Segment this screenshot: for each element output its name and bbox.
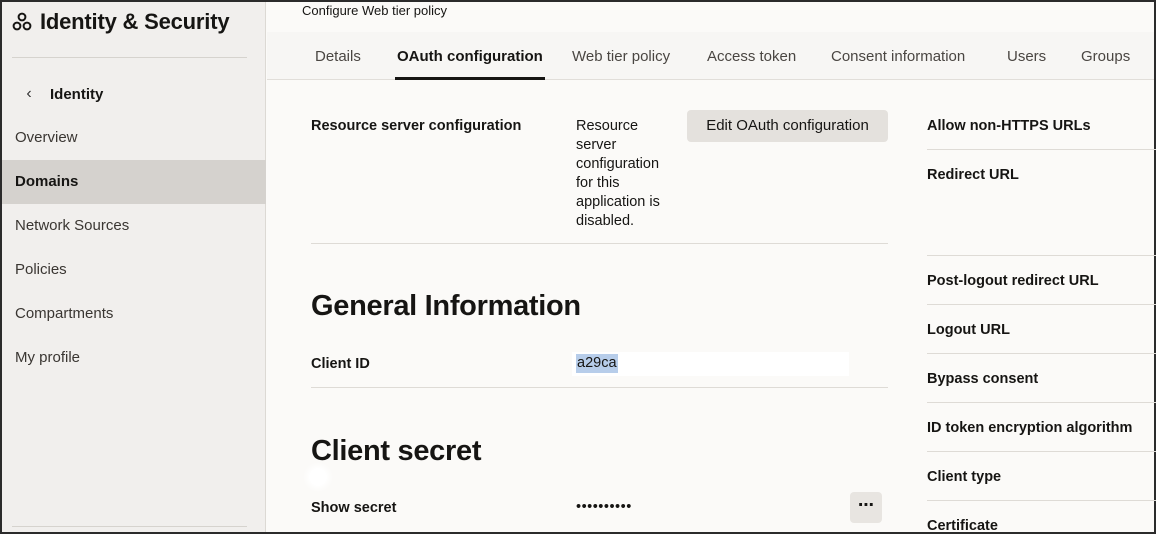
sidebar-item-network-sources[interactable]: Network Sources: [2, 204, 266, 248]
tab-oauth-configuration[interactable]: OAuth configuration: [395, 32, 545, 80]
redirect-url-label: Redirect URL: [927, 167, 1019, 183]
divider: [927, 353, 1156, 354]
divider: [927, 500, 1156, 501]
divider: [927, 304, 1156, 305]
bypass-consent-label: Bypass consent: [927, 371, 1039, 387]
certificate-label: Certificate: [927, 518, 998, 534]
mouse-cursor-highlight: [309, 468, 327, 486]
logout-url-label: Logout URL: [927, 322, 1010, 338]
chevron-left-icon: ‹: [26, 85, 32, 102]
divider: [311, 243, 888, 244]
client-secret-heading: Client secret: [311, 435, 482, 467]
sidebar-item-compartments[interactable]: Compartments: [2, 292, 266, 336]
sidebar-item-policies[interactable]: Policies: [2, 248, 266, 292]
tab-groups[interactable]: Groups: [1081, 32, 1130, 80]
value-line: server: [576, 137, 617, 153]
show-secret-label: Show secret: [311, 500, 397, 516]
tab-details[interactable]: Details: [315, 32, 361, 80]
tab-web-tier-policy[interactable]: Web tier policy: [572, 32, 670, 80]
brand: Identity & Security: [12, 6, 230, 38]
general-information-heading: General Information: [311, 290, 581, 322]
divider: [927, 402, 1156, 403]
client-type-label: Client type: [927, 469, 1002, 485]
sidebar-item-my-profile[interactable]: My profile: [2, 336, 266, 380]
value-line: for this: [576, 175, 620, 191]
sidebar-item-domains[interactable]: Domains: [2, 160, 266, 204]
allow-non-https-urls-label: Allow non-HTTPS URLs: [927, 118, 1091, 134]
value-line: configuration: [576, 156, 660, 172]
divider: [311, 387, 888, 388]
client-id-value[interactable]: a29ca: [576, 354, 618, 373]
more-actions-button[interactable]: ⋯: [850, 492, 882, 523]
divider: [927, 149, 1156, 150]
oracle-cluster-icon: [12, 12, 32, 31]
id-token-encryption-algorithm-label: ID token encryption algorithm: [927, 420, 1133, 436]
resource-server-value: Resource server configuration for this a…: [576, 117, 660, 231]
divider: [927, 255, 1156, 256]
sidebar-nav: Overview Domains Network Sources Policie…: [2, 116, 266, 380]
masked-secret-value: ••••••••••: [576, 499, 632, 515]
edit-oauth-configuration-button[interactable]: Edit OAuth configuration: [687, 110, 888, 142]
page-subtitle: Configure Web tier policy: [302, 3, 447, 18]
divider: [927, 451, 1156, 452]
main-content: Configure Web tier policy Details OAuth …: [267, 2, 1156, 534]
tab-bar: Details OAuth configuration Web tier pol…: [267, 32, 1154, 80]
divider: [12, 526, 247, 527]
value-line: disabled.: [576, 213, 635, 229]
client-id-label: Client ID: [311, 356, 370, 372]
brand-title: Identity & Security: [40, 9, 230, 34]
post-logout-redirect-url-label: Post-logout redirect URL: [927, 273, 1099, 289]
tab-users[interactable]: Users: [1007, 32, 1046, 80]
resource-server-label: Resource server configuration: [311, 118, 522, 134]
divider: [12, 57, 247, 58]
back-label: Identity: [50, 85, 104, 103]
sidebar-item-overview[interactable]: Overview: [2, 116, 266, 160]
value-line: application is: [576, 194, 660, 210]
value-line: Resource: [576, 118, 639, 134]
tab-access-token[interactable]: Access token: [707, 32, 796, 80]
back-to-identity-link[interactable]: ‹ Identity: [22, 82, 103, 106]
sidebar: Identity & Security ‹ Identity Overview …: [2, 2, 266, 532]
tab-consent-information[interactable]: Consent information: [831, 32, 965, 80]
